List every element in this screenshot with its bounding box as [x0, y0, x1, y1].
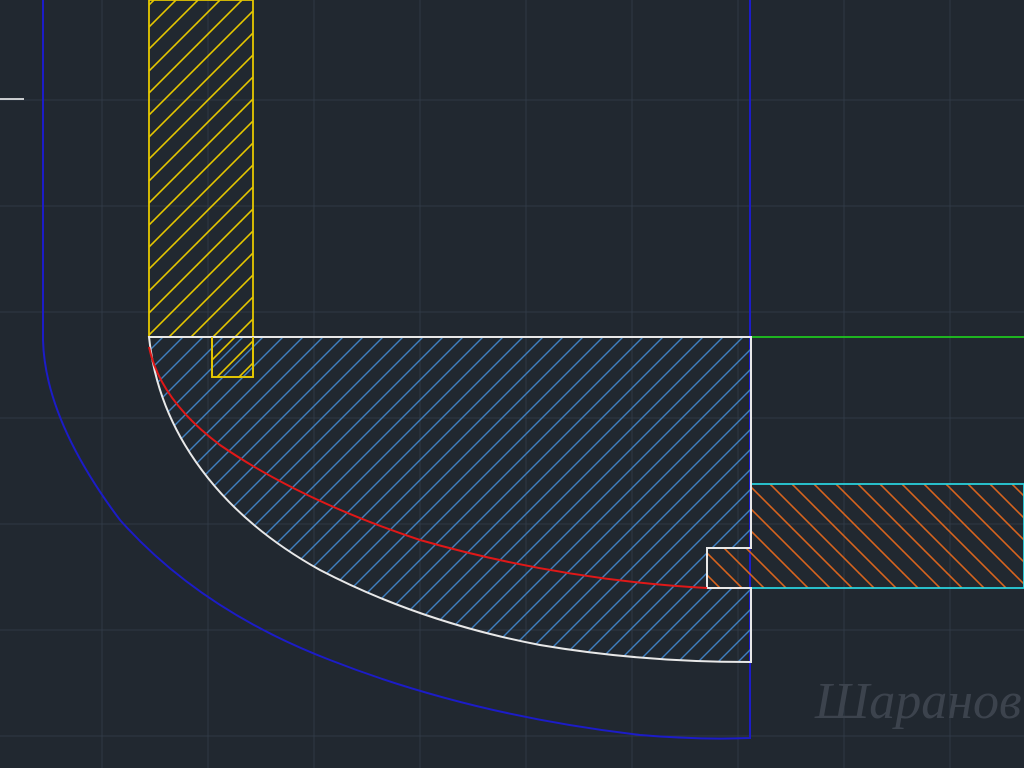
cad-drawing-canvas[interactable]: Шаранов [0, 0, 1024, 768]
watermark-signature: Шаранов [814, 673, 1022, 730]
yellow-hatched-column [148, 0, 254, 378]
blue-hatched-corner-region [147, 336, 752, 664]
orange-hatched-plate [706, 483, 1024, 589]
